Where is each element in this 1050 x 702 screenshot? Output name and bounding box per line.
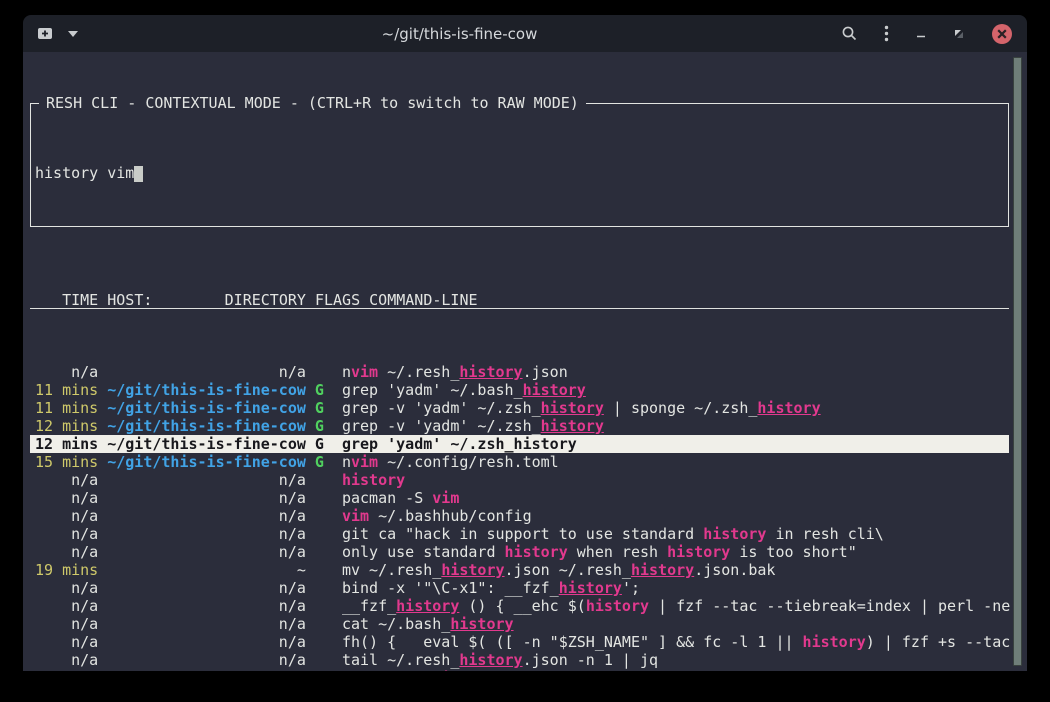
history-row[interactable]: n/an/acat ~/.bash_history [30,615,1009,633]
history-row[interactable]: n/an/apacman -S vim [30,489,1009,507]
window-title: ~/git/this-is-fine-cow [78,25,841,43]
history-row[interactable]: n/an/ahistory [30,471,1009,489]
history-row[interactable]: 12 mins~/git/this-is-fine-cowGgrep -v 'y… [30,417,1009,435]
scrollbar[interactable] [1013,57,1022,666]
minimize-button[interactable] [915,28,927,40]
history-rows: n/an/anvim ~/.resh_history.json11 mins~/… [30,363,1009,671]
search-input[interactable]: history vim [35,164,1004,182]
history-row[interactable]: n/an/aonly use standard history when res… [30,543,1009,561]
titlebar[interactable]: ~/git/this-is-fine-cow [23,15,1027,52]
history-row[interactable]: n/an/abind -x '"\C-x1": __fzf_history'; [30,579,1009,597]
history-row[interactable]: 11 mins~/git/this-is-fine-cowGgrep -v 'y… [30,399,1009,417]
history-row[interactable]: n/an/anvim ~/.resh_history.json [30,363,1009,381]
history-row[interactable]: n/an/aEDITOR=$(nvim) [30,669,1009,671]
search-box: RESH CLI - CONTEXTUAL MODE - (CTRL+R to … [30,103,1009,227]
terminal-window: ~/git/this-is-fine-cow [23,15,1027,671]
history-row[interactable]: n/an/agit ca "hack in support to use sta… [30,525,1009,543]
history-row[interactable]: 12 mins~/git/this-is-fine-cowGgrep 'yadm… [30,435,1009,453]
new-tab-icon[interactable] [37,26,54,41]
history-row[interactable]: 15 mins~/git/this-is-fine-cowGnvim ~/.co… [30,453,1009,471]
tab-dropdown-icon[interactable] [68,31,78,37]
history-row[interactable]: n/an/a__fzf_history () { __ehc $(history… [30,597,1009,615]
close-button[interactable] [991,23,1013,45]
history-row[interactable]: 11 mins~/git/this-is-fine-cowGgrep 'yadm… [30,381,1009,399]
history-row[interactable]: n/an/afh() { eval $( ([ -n "$ZSH_NAME" ]… [30,633,1009,651]
search-icon[interactable] [841,25,858,42]
resh-mode-title: RESH CLI - CONTEXTUAL MODE - (CTRL+R to … [39,94,586,112]
restore-button[interactable] [953,28,965,40]
menu-kebab-icon[interactable] [884,25,889,42]
text-cursor [134,166,143,182]
history-row[interactable]: n/an/avim ~/.bashhub/config [30,507,1009,525]
terminal-screen[interactable]: RESH CLI - CONTEXTUAL MODE - (CTRL+R to … [23,52,1027,671]
history-row[interactable]: 19 mins~mv ~/.resh_history.json ~/.resh_… [30,561,1009,579]
table-header: TIME HOST: DIRECTORY FLAGS COMMAND-LINE [30,291,1009,309]
history-row[interactable]: n/an/atail ~/.resh_history.json -n 1 | j… [30,651,1009,669]
